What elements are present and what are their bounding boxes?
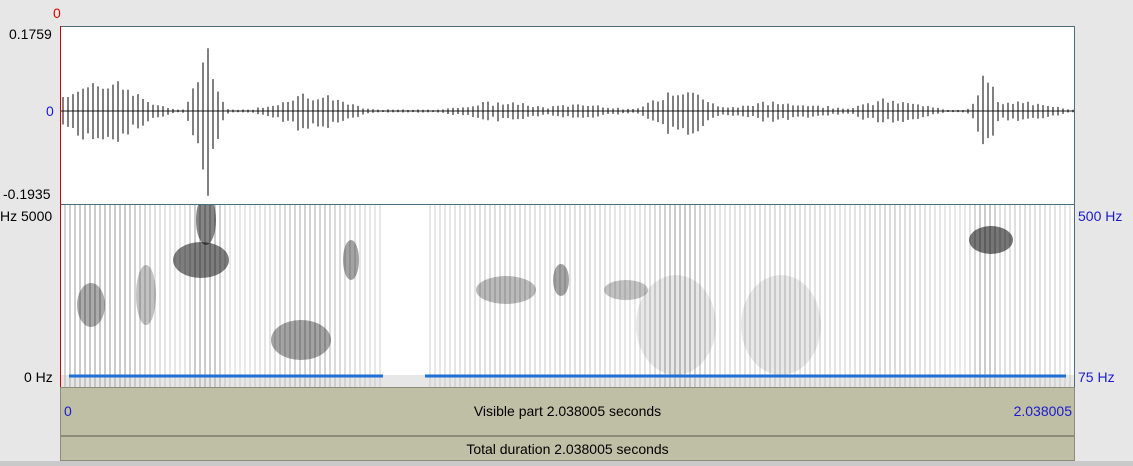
waveform-max-label: 0.1759 [9, 26, 52, 42]
spectrogram-formant [77, 283, 105, 327]
spectrogram-formant [604, 280, 648, 300]
pitch-top-label: 500 Hz [1078, 208, 1123, 224]
spectrogram-formant [173, 242, 229, 278]
spectrogram-formant [343, 240, 359, 280]
cursor-time-label: 0 [53, 5, 61, 21]
spectrogram-plot [61, 205, 1074, 387]
spectrogram-formant [476, 276, 536, 304]
waveform-zero-label: 0 [46, 103, 54, 119]
bottom-strip [0, 461, 1133, 466]
spectrogram-formant [636, 275, 716, 375]
spectrogram-formant [969, 226, 1013, 254]
spectrogram-formant [196, 205, 216, 245]
visible-end-label: 2.038005 [1013, 403, 1072, 419]
spectrogram-formant [741, 275, 821, 375]
waveform-min-label: -0.1935 [3, 186, 51, 202]
spectrogram-formant [553, 264, 569, 296]
spectrogram-formant [271, 320, 331, 360]
spectrogram-freq-bottom-label: 0 Hz [24, 369, 53, 385]
total-duration-text: Total duration 2.038005 seconds [466, 441, 669, 457]
visible-part-text: Visible part 2.038005 seconds [473, 403, 662, 419]
cursor-line[interactable] [60, 26, 61, 387]
spectrogram-panel[interactable] [60, 205, 1075, 387]
visible-part-bar[interactable]: 0 Visible part 2.038005 seconds 2.038005 [60, 387, 1075, 436]
waveform-plot [61, 48, 1074, 196]
spectrogram-formant [136, 265, 156, 325]
total-duration-bar[interactable]: Total duration 2.038005 seconds [60, 436, 1075, 461]
waveform-panel[interactable] [60, 26, 1075, 205]
pitch-bottom-label: 75 Hz [1078, 369, 1115, 385]
spectrogram-freq-top-label: 5000 Hz [0, 208, 53, 224]
